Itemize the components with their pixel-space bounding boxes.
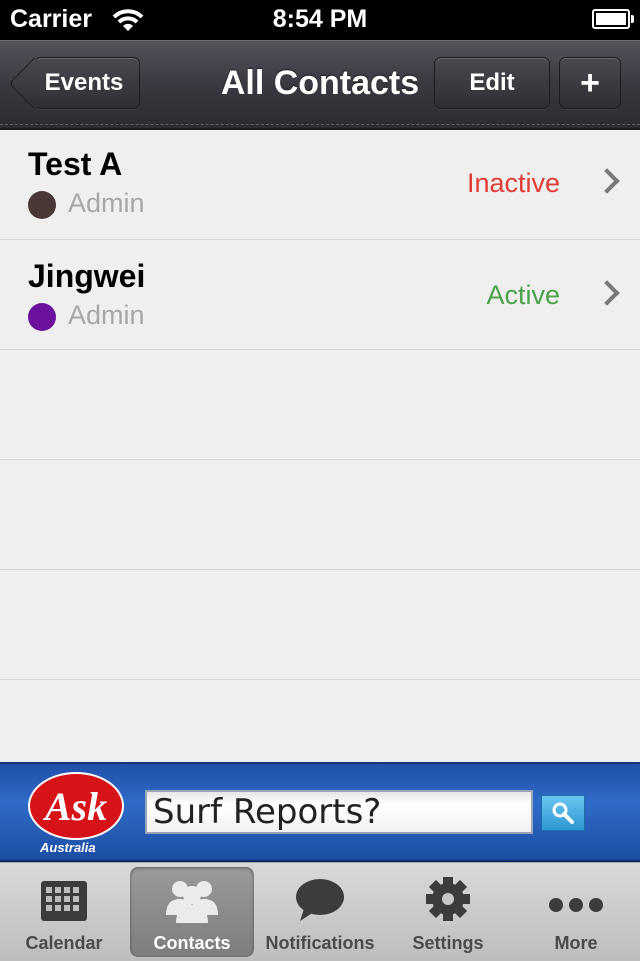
- tab-more[interactable]: More: [514, 867, 638, 957]
- add-contact-button[interactable]: +: [559, 57, 621, 109]
- more-dots-icon: [546, 875, 606, 927]
- navigation-bar: Events All Contacts Edit +: [0, 40, 640, 130]
- tab-label: Calendar: [25, 933, 103, 953]
- tab-contacts[interactable]: Contacts: [130, 867, 254, 957]
- contact-status: Inactive: [466, 168, 560, 198]
- ad-search-button[interactable]: [541, 795, 585, 831]
- contact-color-dot: [28, 303, 56, 331]
- speech-bubble-icon: [290, 875, 350, 927]
- contact-role: Admin: [68, 188, 145, 218]
- ad-banner[interactable]: Ask Australia Surf Reports?: [0, 762, 640, 862]
- battery-icon: [592, 9, 634, 29]
- tab-settings[interactable]: Settings: [386, 867, 510, 957]
- clock: 8:54 PM: [272, 5, 368, 33]
- contacts-icon: [162, 875, 222, 927]
- contacts-list: Test A Admin Inactive Jingwei Admin Acti…: [0, 130, 640, 762]
- tab-label: Settings: [412, 933, 484, 953]
- contact-role: Admin: [68, 300, 145, 330]
- contact-status: Active: [486, 280, 560, 310]
- contact-name: Jingwei: [28, 258, 146, 294]
- tab-label: More: [554, 933, 598, 953]
- tab-label: Contacts: [153, 933, 231, 953]
- edit-button[interactable]: Edit: [434, 57, 550, 109]
- ad-search-input[interactable]: Surf Reports?: [145, 790, 533, 834]
- tab-label: Notifications: [265, 933, 375, 953]
- ask-logo-subtitle: Australia: [40, 840, 96, 855]
- search-icon: [552, 802, 574, 824]
- contact-row[interactable]: Test A Admin Inactive: [0, 130, 640, 240]
- chevron-right-icon: [594, 168, 620, 194]
- chevron-right-icon: [594, 280, 620, 306]
- gear-icon: [418, 875, 478, 927]
- contact-color-dot: [28, 191, 56, 219]
- tab-bar: Calendar Contacts Notifications Settings…: [0, 862, 640, 961]
- contact-name: Test A: [28, 146, 123, 182]
- back-button-label: Events: [44, 69, 124, 96]
- calendar-icon: [34, 875, 94, 927]
- status-bar: Carrier 8:54 PM: [0, 0, 640, 40]
- contact-row[interactable]: Jingwei Admin Active: [0, 242, 640, 352]
- ask-logo: Ask: [30, 774, 122, 838]
- tab-calendar[interactable]: Calendar: [2, 867, 126, 957]
- tab-notifications[interactable]: Notifications: [258, 867, 382, 957]
